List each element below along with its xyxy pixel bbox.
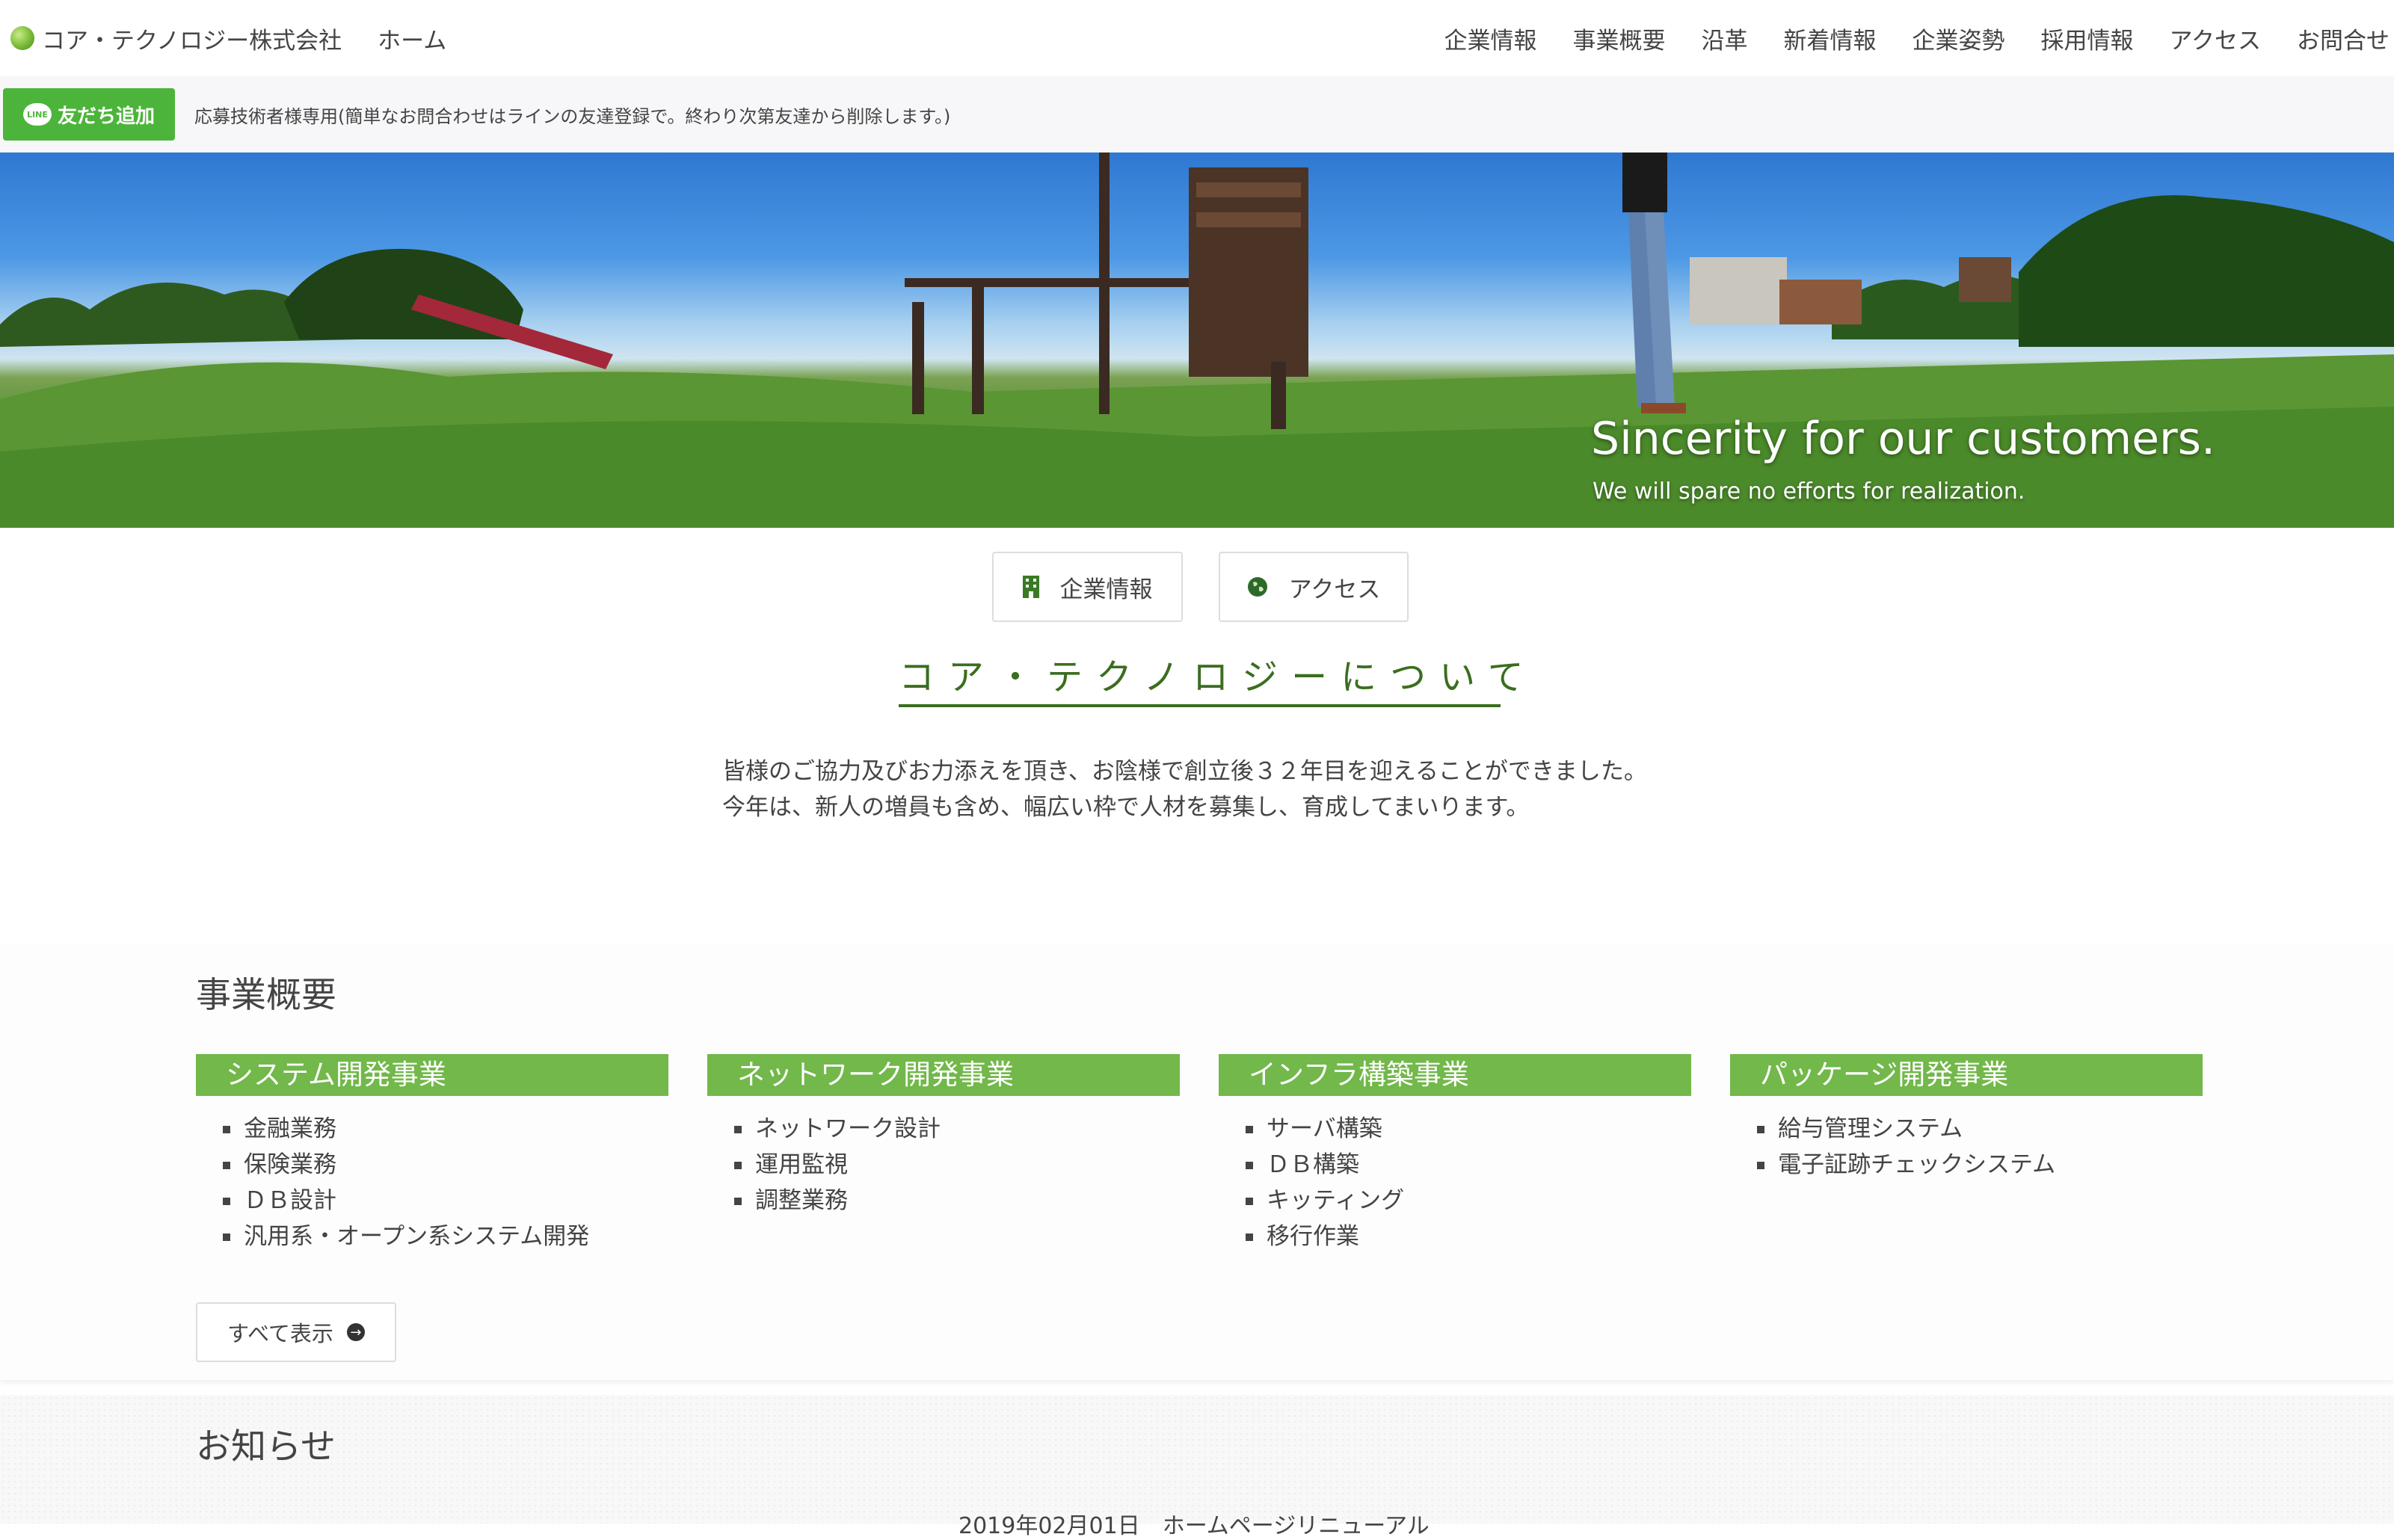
news-section-title: お知らせ [196,1426,336,1467]
business-card-package: パッケージ開発事業 給与管理システム 電子証跡チェックシステム [1730,1054,2203,1183]
about-text: 皆様のご協力及びお力添えを頂き、お陰様で創立後３２年目を迎えることができました。… [722,754,1647,825]
business-card-list: 給与管理システム 電子証跡チェックシステム [1730,1111,2203,1183]
list-item: サーバ構築 [1246,1111,1691,1147]
business-card-list: サーバ構築 ＤＢ構築 キッティング 移行作業 [1219,1111,1691,1254]
building-icon [1022,576,1039,598]
business-card-title: パッケージ開発事業 [1730,1054,2203,1096]
globe-icon [1247,576,1268,597]
nav-item-access[interactable]: アクセス [2170,22,2261,55]
news-section: お知らせ 2019年02月01日 ホームページリニューアル [0,1395,2394,1539]
hero-banner: Sincerity for our customers. We will spa… [0,153,2394,528]
top-navbar: コア・テクノロジー株式会社 ホーム 企業情報 事業概要 沿革 新着情報 企業姿勢… [0,0,2394,76]
line-add-friend-button[interactable]: LINE 友だち追加 [3,88,175,141]
line-bar-notice: 応募技術者様専用(簡単なお問合わせはラインの友達登録で。終わり次第友達から削除し… [194,105,951,127]
nav-item-contact[interactable]: お問合せ [2297,22,2390,55]
show-all-button[interactable]: すべて表示 → [196,1302,396,1362]
line-add-friend-label: 友だち追加 [57,105,155,128]
list-item: ＤＢ構築 [1246,1147,1691,1183]
nav-item-history[interactable]: 沿革 [1702,22,1748,55]
line-icon: LINE [22,103,52,126]
nav-menu: 企業情報 事業概要 沿革 新着情報 企業姿勢 採用情報 アクセス お問合せ [1409,0,2390,76]
list-item: ＤＢ設計 [223,1183,668,1219]
list-item: キッティング [1246,1183,1691,1219]
list-item: 電子証跡チェックシステム [1757,1147,2203,1183]
show-all-label: すべて表示 [227,1321,333,1346]
list-item: 金融業務 [223,1111,668,1147]
nav-item-recruit[interactable]: 採用情報 [2041,22,2134,55]
access-button[interactable]: アクセス [1219,552,1409,622]
about-title: コア・テクノロジーについて [899,647,1524,707]
list-item: 運用監視 [734,1147,1180,1183]
business-card-infra: インフラ構築事業 サーバ構築 ＤＢ構築 キッティング 移行作業 [1219,1054,1691,1254]
about-text-line: 今年は、新人の増員も含め、幅広い枠で人材を募集し、育成してまいります。 [722,794,1530,821]
nav-home-link[interactable]: ホーム [378,22,446,55]
line-bar: LINE 友だち追加 応募技術者様専用(簡単なお問合わせはラインの友達登録で。終… [0,76,2394,153]
list-item: 給与管理システム [1757,1111,2203,1147]
business-section-title: 事業概要 [196,975,336,1016]
business-overview-section: 事業概要 システム開発事業 金融業務 保険業務 ＤＢ設計 汎用系・オープン系シス… [0,943,2394,1380]
business-card-list: ネットワーク設計 運用監視 調整業務 [707,1111,1180,1219]
arrow-right-circle-icon: → [346,1323,365,1341]
business-card-list: 金融業務 保険業務 ＤＢ設計 汎用系・オープン系システム開発 [196,1111,668,1254]
about-text-line: 皆様のご協力及びお力添えを頂き、お陰様で創立後３２年目を迎えることができました。 [722,758,1647,785]
list-item: 保険業務 [223,1147,668,1183]
business-card-title: ネットワーク開発事業 [707,1054,1180,1096]
hero-panorama-image [0,153,2394,528]
access-button-label: アクセス [1288,576,1381,603]
brand-name[interactable]: コア・テクノロジー株式会社 [42,22,342,55]
business-card-system: システム開発事業 金融業務 保険業務 ＤＢ設計 汎用系・オープン系システム開発 [196,1054,668,1254]
business-card-title: システム開発事業 [196,1054,668,1096]
company-info-button-label: 企業情報 [1059,576,1153,603]
business-card-title: インフラ構築事業 [1219,1054,1691,1096]
list-item: ネットワーク設計 [734,1111,1180,1147]
list-item: 移行作業 [1246,1219,1691,1254]
brand[interactable]: コア・テクノロジー株式会社 [10,22,342,55]
list-item: 汎用系・オープン系システム開発 [223,1219,668,1254]
nav-item-company[interactable]: 企業情報 [1444,22,1537,55]
hero-title: Sincerity for our customers. [1591,413,2216,465]
company-info-button[interactable]: 企業情報 [992,552,1183,622]
news-item[interactable]: 2019年02月01日 ホームページリニューアル [958,1507,1430,1540]
nav-item-news[interactable]: 新着情報 [1784,22,1877,55]
hero-subtitle: We will spare no efforts for realization… [1593,478,2025,505]
business-card-network: ネットワーク開発事業 ネットワーク設計 運用監視 調整業務 [707,1054,1180,1219]
nav-item-business[interactable]: 事業概要 [1573,22,1666,55]
list-item: 調整業務 [734,1183,1180,1219]
brand-logo-icon [10,26,34,50]
nav-item-policy[interactable]: 企業姿勢 [1913,22,2005,55]
